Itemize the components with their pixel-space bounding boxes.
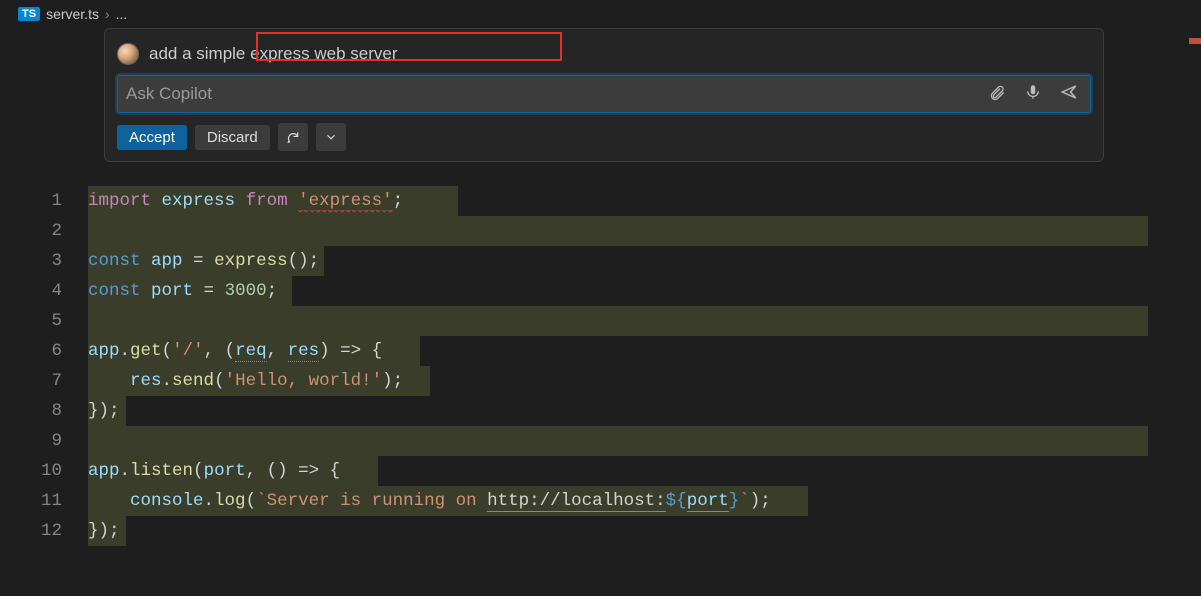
chat-input-row: [117, 75, 1091, 113]
chevron-right-icon: ›: [105, 6, 110, 22]
send-icon[interactable]: [1060, 83, 1078, 106]
accept-button[interactable]: Accept: [117, 125, 187, 150]
editor: add a simple express web server Accept D…: [0, 28, 1201, 546]
typescript-badge: TS: [18, 7, 40, 21]
code-line[interactable]: [88, 306, 1201, 336]
line-number: 8: [0, 396, 62, 426]
line-number: 6: [0, 336, 62, 366]
line-number: 12: [0, 516, 62, 546]
line-number: 10: [0, 456, 62, 486]
breadcrumb-ellipsis[interactable]: ...: [116, 6, 128, 22]
user-avatar: [117, 43, 139, 65]
more-options-button[interactable]: [316, 123, 346, 151]
error-squiggle: 'express': [298, 191, 393, 213]
code-content[interactable]: import express from 'express'; const app…: [88, 186, 1201, 546]
chat-input-icons: [984, 83, 1082, 106]
discard-button[interactable]: Discard: [195, 125, 270, 150]
chat-input[interactable]: [126, 84, 984, 104]
code-line[interactable]: app.listen(port, () => {: [88, 456, 1201, 486]
line-number: 9: [0, 426, 62, 456]
line-number: 7: [0, 366, 62, 396]
breadcrumb: TS server.ts › ...: [0, 0, 1201, 28]
code-line[interactable]: res.send('Hello, world!');: [88, 366, 1201, 396]
inline-chat-panel: add a simple express web server Accept D…: [104, 28, 1104, 162]
code-line[interactable]: [88, 216, 1201, 246]
line-number: 4: [0, 276, 62, 306]
chat-actions: Accept Discard: [117, 123, 1091, 151]
chat-prompt-text: add a simple express web server: [149, 44, 398, 64]
breadcrumb-filename[interactable]: server.ts: [46, 6, 99, 22]
code-line[interactable]: [88, 426, 1201, 456]
line-number: 1: [0, 186, 62, 216]
code-line[interactable]: });: [88, 396, 1201, 426]
attach-icon[interactable]: [988, 83, 1006, 106]
microphone-icon[interactable]: [1024, 83, 1042, 106]
code-line[interactable]: const port = 3000;: [88, 276, 1201, 306]
regenerate-button[interactable]: [278, 123, 308, 151]
code-line[interactable]: console.log(`Server is running on http:/…: [88, 486, 1201, 516]
line-number: 11: [0, 486, 62, 516]
code-line[interactable]: });: [88, 516, 1201, 546]
line-gutter: 1 2 3 4 5 6 7 8 9 10 11 12: [0, 186, 88, 546]
overview-ruler-error-marker[interactable]: [1189, 38, 1201, 44]
code-line[interactable]: import express from 'express';: [88, 186, 1201, 216]
line-number: 3: [0, 246, 62, 276]
line-number: 5: [0, 306, 62, 336]
code-line[interactable]: app.get('/', (req, res) => {: [88, 336, 1201, 366]
code-line[interactable]: const app = express();: [88, 246, 1201, 276]
line-number: 2: [0, 216, 62, 246]
chat-header: add a simple express web server: [117, 39, 1091, 75]
